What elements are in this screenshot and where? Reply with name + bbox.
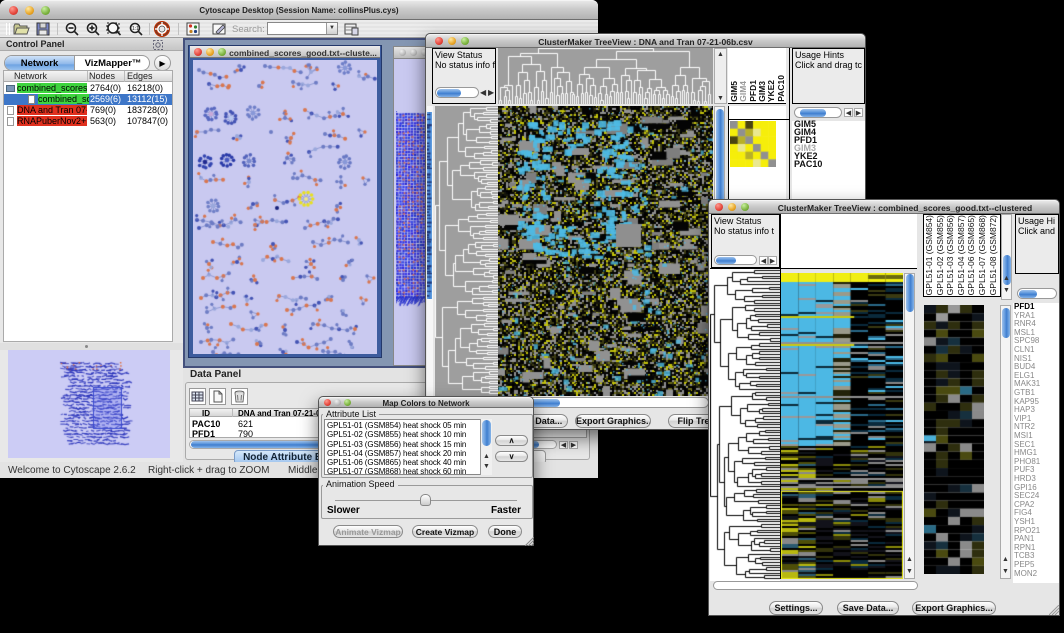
- svg-text:1:1: 1:1: [132, 26, 139, 32]
